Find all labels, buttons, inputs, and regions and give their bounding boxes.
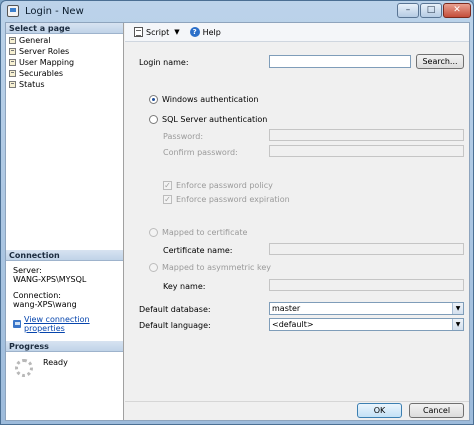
dialog-footer: OK Cancel xyxy=(125,401,469,420)
page-icon xyxy=(9,81,16,88)
window-title: Login - New xyxy=(25,5,84,17)
page-item-server-roles[interactable]: Server Roles xyxy=(6,46,123,57)
enforce-expiration-checkbox[interactable]: ✓ xyxy=(163,195,172,204)
windows-auth-label: Windows authentication xyxy=(162,95,259,104)
page-item-label: Server Roles xyxy=(19,47,70,56)
sql-auth-radio[interactable] xyxy=(149,115,158,124)
app-icon xyxy=(7,5,19,17)
toolbar: Script ▼ ? Help xyxy=(125,23,469,42)
minimize-button[interactable]: – xyxy=(397,3,419,18)
default-language-select[interactable]: <default> ▼ xyxy=(269,318,464,331)
mapped-cert-label: Mapped to certificate xyxy=(162,228,248,237)
chevron-down-icon[interactable]: ▼ xyxy=(452,303,463,314)
help-button[interactable]: ? Help xyxy=(187,25,224,40)
cancel-button[interactable]: Cancel xyxy=(409,403,464,418)
chevron-down-icon[interactable]: ▼ xyxy=(174,28,179,36)
page-item-general[interactable]: General xyxy=(6,35,123,46)
script-button[interactable]: Script ▼ xyxy=(131,25,187,40)
login-name-label: Login name: xyxy=(139,58,189,67)
help-icon: ? xyxy=(189,27,200,37)
page-item-label: Status xyxy=(19,80,45,89)
enforce-policy-label: Enforce password policy xyxy=(176,181,273,190)
connection-value: wang-XPS\wang xyxy=(13,300,77,309)
enforce-policy-checkbox[interactable]: ✓ xyxy=(163,181,172,190)
password-input[interactable] xyxy=(269,129,464,141)
page-item-securables[interactable]: Securables xyxy=(6,68,123,79)
sql-auth-label: SQL Server authentication xyxy=(162,115,268,124)
server-label: Server: xyxy=(13,266,42,275)
left-panel: Select a page General Server Roles User … xyxy=(6,23,124,420)
connection-label: Connection: xyxy=(13,291,61,300)
progress-status: Ready xyxy=(43,358,68,367)
mapped-asym-key-label: Mapped to asymmetric key xyxy=(162,263,271,272)
server-value: WANG-XPS\MYSQL xyxy=(13,275,87,284)
view-connection-properties-link[interactable]: View connection properties xyxy=(13,315,121,333)
progress-spinner-icon xyxy=(15,359,33,377)
default-language-value: <default> xyxy=(272,320,314,329)
key-name-label: Key name: xyxy=(163,282,206,291)
general-page-form: Login name: Search... Windows authentica… xyxy=(125,43,469,400)
page-icon xyxy=(9,48,16,55)
ok-button[interactable]: OK xyxy=(357,403,402,418)
confirm-password-input[interactable] xyxy=(269,145,464,157)
view-connection-properties-label: View connection properties xyxy=(24,315,90,333)
login-new-window: Login - New – □ ✕ Select a page General … xyxy=(0,0,474,425)
mapped-cert-radio[interactable] xyxy=(149,228,158,237)
search-button[interactable]: Search... xyxy=(416,54,464,69)
page-item-label: General xyxy=(19,36,51,45)
page-item-label: Securables xyxy=(19,69,64,78)
connection-header: Connection xyxy=(6,250,123,261)
page-item-user-mapping[interactable]: User Mapping xyxy=(6,57,123,68)
dialog-client: Select a page General Server Roles User … xyxy=(5,22,470,421)
script-icon xyxy=(134,27,143,37)
default-database-value: master xyxy=(272,304,301,313)
maximize-button[interactable]: □ xyxy=(420,3,442,18)
default-language-label: Default language: xyxy=(139,321,211,330)
default-database-label: Default database: xyxy=(139,305,211,314)
select-page-header: Select a page xyxy=(6,23,123,34)
page-item-label: User Mapping xyxy=(19,58,75,67)
connection-info: Server: WANG-XPS\MYSQL Connection: wang-… xyxy=(13,266,121,333)
page-item-status[interactable]: Status xyxy=(6,79,123,90)
close-button[interactable]: ✕ xyxy=(443,3,471,18)
properties-icon xyxy=(13,320,22,328)
page-list: General Server Roles User Mapping Secura… xyxy=(6,34,123,90)
default-database-select[interactable]: master ▼ xyxy=(269,302,464,315)
script-label: Script xyxy=(146,27,170,37)
key-name-input[interactable] xyxy=(269,279,464,291)
login-name-input[interactable] xyxy=(269,55,411,68)
page-icon xyxy=(9,37,16,44)
certificate-name-input[interactable] xyxy=(269,243,464,255)
mapped-asym-key-radio[interactable] xyxy=(149,263,158,272)
progress-header: Progress xyxy=(6,341,123,352)
confirm-password-label: Confirm password: xyxy=(163,148,238,157)
help-label: Help xyxy=(202,27,221,37)
page-icon xyxy=(9,59,16,66)
windows-auth-radio[interactable] xyxy=(149,95,158,104)
certificate-name-label: Certificate name: xyxy=(163,246,233,255)
password-label: Password: xyxy=(163,132,204,141)
page-icon xyxy=(9,70,16,77)
title-bar[interactable]: Login - New – □ ✕ xyxy=(1,1,473,21)
enforce-expiration-label: Enforce password expiration xyxy=(176,195,290,204)
chevron-down-icon[interactable]: ▼ xyxy=(452,319,463,330)
